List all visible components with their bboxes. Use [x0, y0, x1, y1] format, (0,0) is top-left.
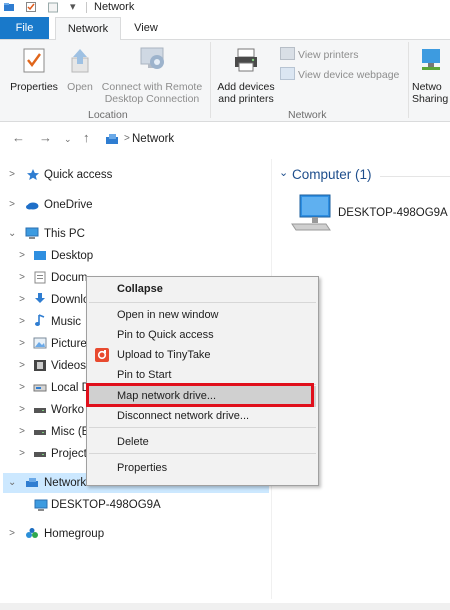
chevron-right-icon[interactable]: > [18, 422, 26, 442]
menu-item-collapse[interactable]: Collapse [117, 283, 163, 295]
tab-network[interactable]: Network [55, 17, 121, 40]
context-menu: Collapse Open in new window Pin to Quick… [86, 276, 319, 486]
chevron-right-icon[interactable]: > [8, 165, 16, 185]
checklist-icon [23, 48, 45, 73]
horizontal-scrollbar[interactable] [0, 603, 450, 610]
drive-icon [33, 384, 47, 392]
network-sharing-button[interactable]: Netwo Sharing [412, 46, 450, 105]
homegroup-icon [26, 528, 38, 538]
drive-icon [34, 452, 46, 457]
network-group-label: Network [288, 109, 327, 121]
menu-item-disconnect-network-drive[interactable]: Disconnect network drive... [117, 410, 249, 422]
view-printers-icon [280, 47, 295, 60]
menu-separator [89, 427, 316, 428]
title-separator [86, 2, 87, 13]
qat-dropdown-icon[interactable]: ▾ [70, 0, 76, 13]
menu-separator [89, 302, 316, 303]
breadcrumb-separator-icon: > [124, 133, 130, 144]
star-icon [27, 169, 39, 180]
menu-item-upload-tinytake[interactable]: Upload to TinyTake [117, 349, 211, 361]
chevron-down-icon[interactable]: ⌄ [8, 224, 16, 244]
network-location-icon [106, 134, 118, 144]
chevron-right-icon[interactable]: > [18, 378, 26, 398]
menu-item-delete[interactable]: Delete [117, 436, 149, 448]
nav-item-this-pc[interactable]: ⌄ This PC [0, 224, 270, 244]
chevron-right-icon[interactable]: > [18, 334, 26, 354]
forward-arrow-icon[interactable]: → [39, 130, 52, 145]
breadcrumb-network[interactable]: Network [132, 133, 174, 145]
group-header-line [380, 176, 450, 177]
ribbon-separator [408, 42, 409, 118]
nav-item-desktop-host[interactable]: DESKTOP-498OG9A [0, 495, 270, 515]
drive-icon [34, 430, 46, 435]
menu-item-properties[interactable]: Properties [117, 462, 167, 474]
properties-icon[interactable] [25, 1, 37, 13]
chevron-right-icon[interactable]: > [18, 356, 26, 376]
nav-item-quick-access[interactable]: > Quick access [0, 165, 270, 185]
computer-icon [25, 227, 39, 239]
explorer-icon [4, 3, 14, 11]
view-device-webpage-button[interactable]: View device webpage [280, 67, 399, 81]
group-collapse-chevron-icon[interactable]: ⌄ [279, 166, 288, 179]
connect-remote-desktop-button[interactable]: Connect with Remote Desktop Connection [98, 46, 206, 105]
network-icon [26, 478, 38, 487]
menu-item-pin-quick-access[interactable]: Pin to Quick access [117, 329, 214, 341]
computer-item[interactable]: DESKTOP-498OG9A [290, 192, 450, 232]
nav-item-onedrive[interactable]: > OneDrive [0, 195, 270, 215]
recent-locations-chevron-icon[interactable]: ⌄ [64, 134, 72, 145]
menu-separator [89, 453, 316, 454]
desktop-icon [34, 251, 46, 260]
back-arrow-icon[interactable]: ← [12, 130, 25, 145]
chevron-right-icon[interactable]: > [18, 290, 26, 310]
highlight-annotation-box [86, 383, 314, 407]
add-devices-button[interactable]: Add devices and printers [214, 46, 278, 105]
picture-icon [33, 337, 47, 349]
tab-file[interactable]: File [0, 17, 49, 39]
nav-item-desktop[interactable]: > Desktop [0, 246, 270, 266]
open-button[interactable]: Open [64, 46, 96, 93]
chevron-right-icon[interactable]: > [8, 524, 16, 544]
view-printers-button[interactable]: View printers [280, 47, 359, 61]
music-note-icon [35, 314, 45, 326]
network-sharing-icon [422, 49, 440, 70]
tab-view[interactable]: View [124, 17, 168, 39]
ribbon-separator [210, 42, 211, 118]
chevron-right-icon[interactable]: > [8, 195, 16, 215]
computer-icon [34, 499, 48, 511]
up-arrow-icon[interactable]: ↑ [83, 130, 90, 145]
new-folder-icon[interactable] [47, 1, 59, 13]
chevron-right-icon[interactable]: > [18, 312, 26, 332]
nav-item-homegroup[interactable]: > Homegroup [0, 524, 270, 544]
tinytake-icon [95, 348, 109, 362]
open-arrow-icon [71, 49, 89, 73]
chevron-right-icon[interactable]: > [18, 246, 26, 266]
chevron-right-icon[interactable]: > [18, 444, 26, 464]
drive-icon [34, 408, 46, 413]
webpage-icon [280, 67, 295, 80]
download-arrow-icon [35, 293, 45, 303]
document-icon [34, 271, 46, 284]
window-title: Network [94, 1, 135, 13]
ribbon-tab-row: File Network View [0, 17, 450, 40]
properties-button[interactable]: Properties [6, 46, 62, 93]
cloud-icon [26, 202, 39, 210]
chevron-right-icon[interactable]: > [18, 400, 26, 420]
location-group-label: Location [88, 109, 128, 121]
chevron-down-icon[interactable]: ⌄ [8, 473, 16, 493]
menu-item-open-new-window[interactable]: Open in new window [117, 309, 219, 321]
menu-item-pin-start[interactable]: Pin to Start [117, 369, 171, 381]
remote-desktop-icon [140, 47, 164, 69]
title-bar: ▾ Network [0, 0, 450, 16]
film-icon [34, 360, 46, 371]
computer-icon [291, 194, 331, 231]
ribbon: Properties Open Connect with Remote Desk… [0, 40, 450, 122]
chevron-right-icon[interactable]: > [18, 268, 26, 288]
printer-icon [235, 48, 257, 72]
group-header-computer[interactable]: Computer (1) [292, 167, 372, 182]
